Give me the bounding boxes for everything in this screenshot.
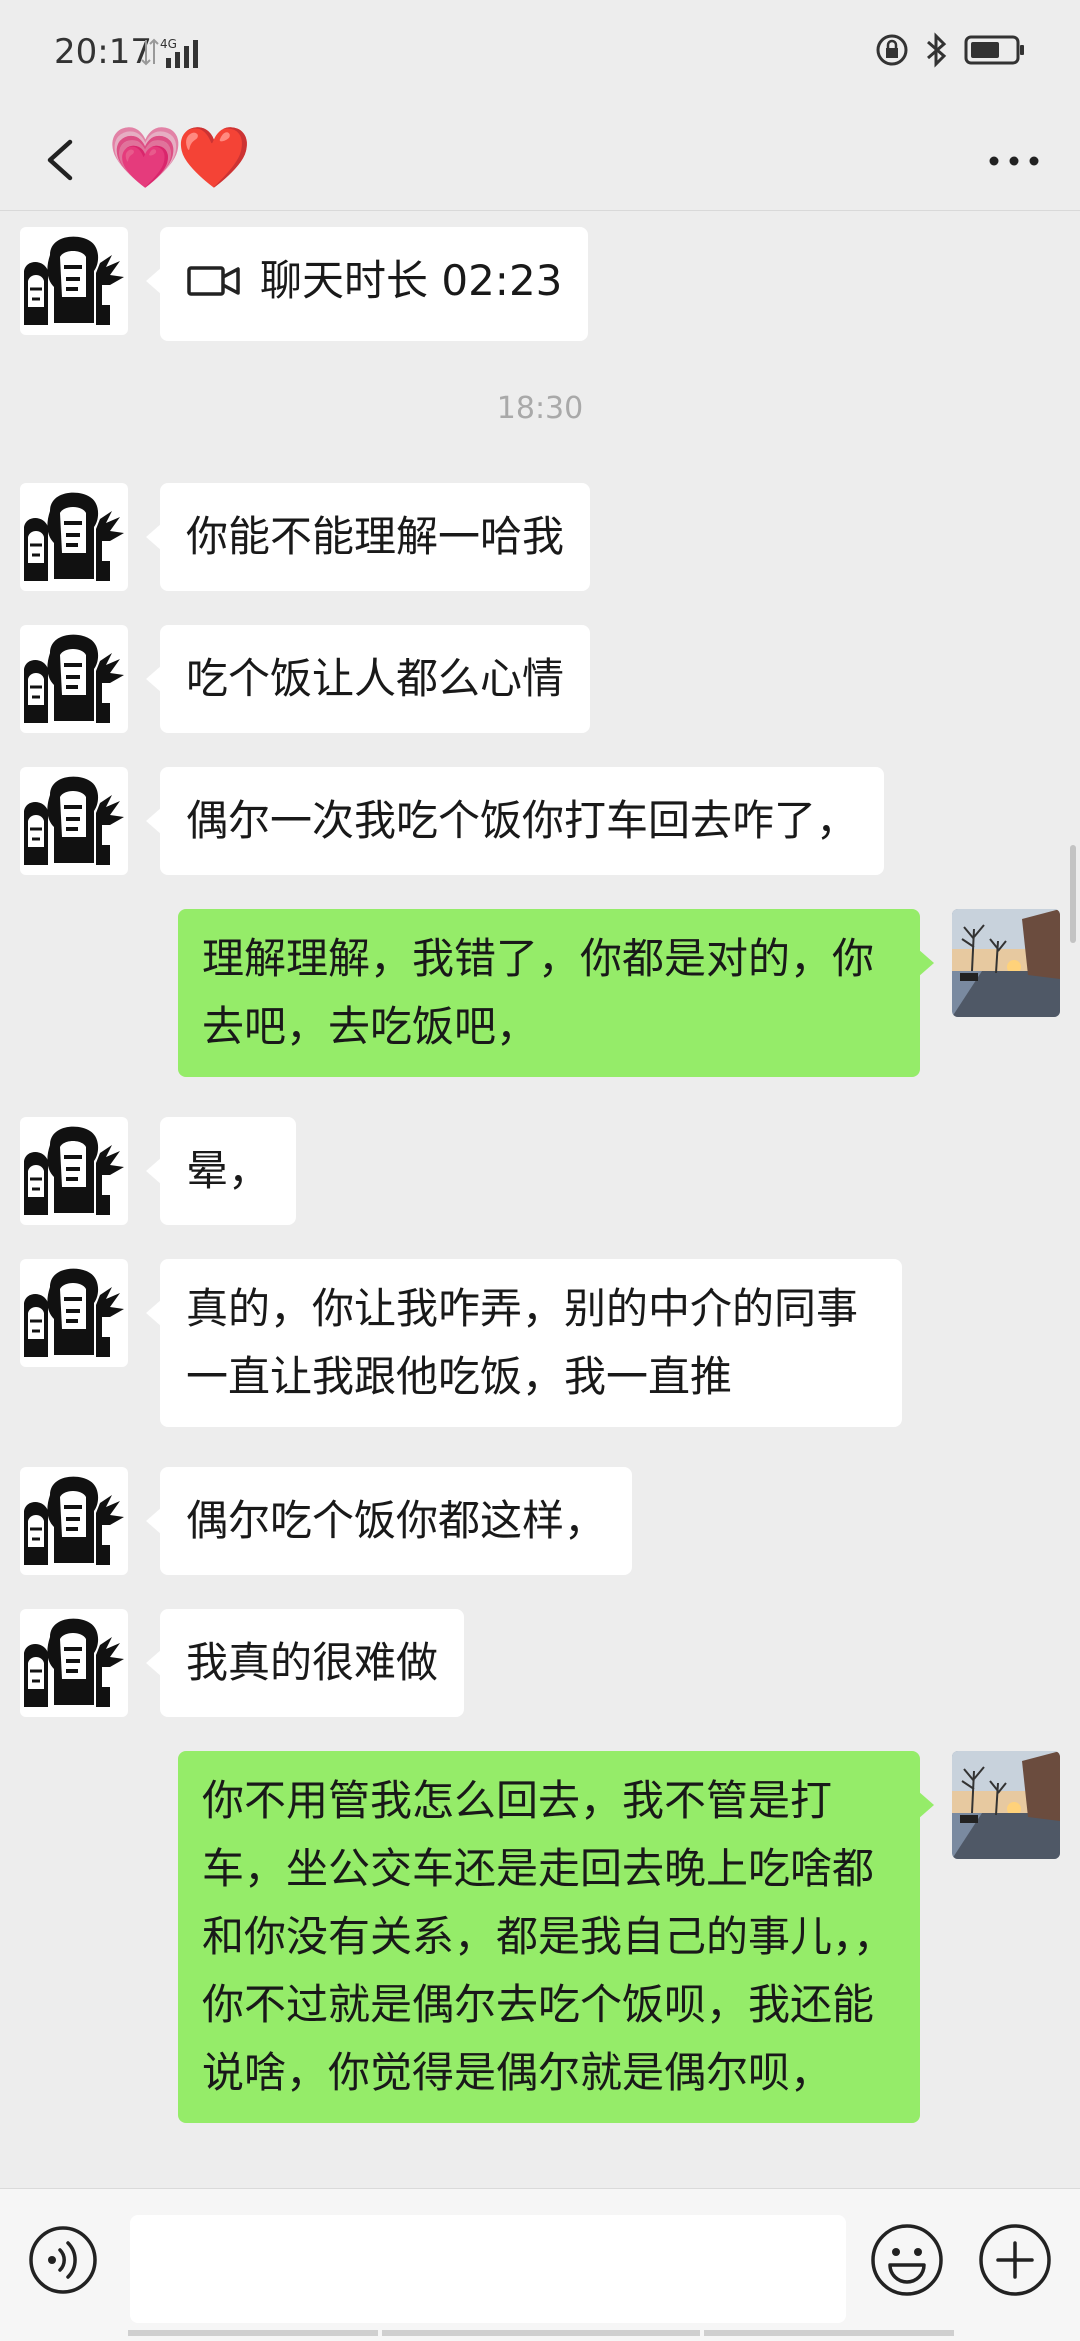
more-functions-button[interactable] [978,2223,1052,2297]
incoming-message[interactable]: 我真的很难做 [145,1609,465,1717]
nav-bar-segment [704,2330,954,2336]
incoming-message[interactable]: 偶尔吃个饭你都这样， [145,1467,633,1575]
incoming-message[interactable]: 你能不能理解一哈我 [145,483,591,591]
contact-avatar[interactable] [20,227,128,335]
contact-avatar[interactable] [20,1117,128,1225]
emoji-icon [871,2224,943,2296]
chat-title: 💗❤️ [108,123,251,193]
contact-avatar[interactable] [20,1467,128,1575]
nav-bar-segment [382,2330,700,2336]
message-list[interactable]: 聊天时长 02:23 18:30 你能不能理解一哈我 吃个饭让人都么心情 偶尔一… [0,211,1080,2188]
contact-avatar[interactable] [20,1259,128,1367]
more-button[interactable] [984,136,1044,186]
outgoing-message[interactable]: 你不用管我怎么回去，我不管是打车，坐公交车还是走回去晚上吃啥都和你没有关系，都是… [178,1751,934,2123]
video-call-record[interactable]: 聊天时长 02:23 [145,227,589,341]
outgoing-message[interactable]: 理解理解，我错了，你都是对的，你去吧，去吃饭吧， [178,909,934,1077]
my-avatar[interactable] [952,909,1060,1017]
more-icon [989,156,1039,166]
scrollbar[interactable] [1070,845,1076,943]
incoming-message[interactable]: 晕， [145,1117,297,1225]
contact-avatar[interactable] [20,767,128,875]
input-bar [0,2188,1080,2341]
incoming-message[interactable]: 吃个饭让人都么心情 [145,625,591,733]
contact-avatar[interactable] [20,625,128,733]
bluetooth-icon [927,32,947,68]
status-icons [874,32,1026,68]
emoji-button[interactable] [870,2223,944,2297]
chevron-left-icon [47,139,73,181]
call-duration-text: 聊天时长 02:23 [260,256,563,305]
message-timestamp: 18:30 [496,391,584,426]
voice-icon [29,2226,97,2294]
my-avatar[interactable] [952,1751,1060,1859]
signal-icon: 4G [136,34,206,78]
chat-header: 💗❤️ [0,110,1080,211]
plus-icon [979,2224,1051,2296]
incoming-message[interactable]: 真的，你让我咋弄，别的中介的同事一直让我跟他吃饭，我一直推 [146,1259,902,1427]
network-type: 4G [160,37,177,51]
contact-avatar[interactable] [20,1609,128,1717]
message-input[interactable] [130,2215,846,2323]
status-bar: 20:17 4G [0,0,1080,110]
back-button[interactable] [30,128,90,192]
battery-icon [964,35,1024,65]
voice-button[interactable] [28,2225,98,2295]
contact-avatar[interactable] [20,483,128,591]
video-camera-icon [187,266,240,296]
rotation-lock-icon [876,34,908,66]
nav-bar-segment [128,2330,378,2336]
incoming-message[interactable]: 偶尔一次我吃个饭你打车回去咋了， [145,767,885,875]
